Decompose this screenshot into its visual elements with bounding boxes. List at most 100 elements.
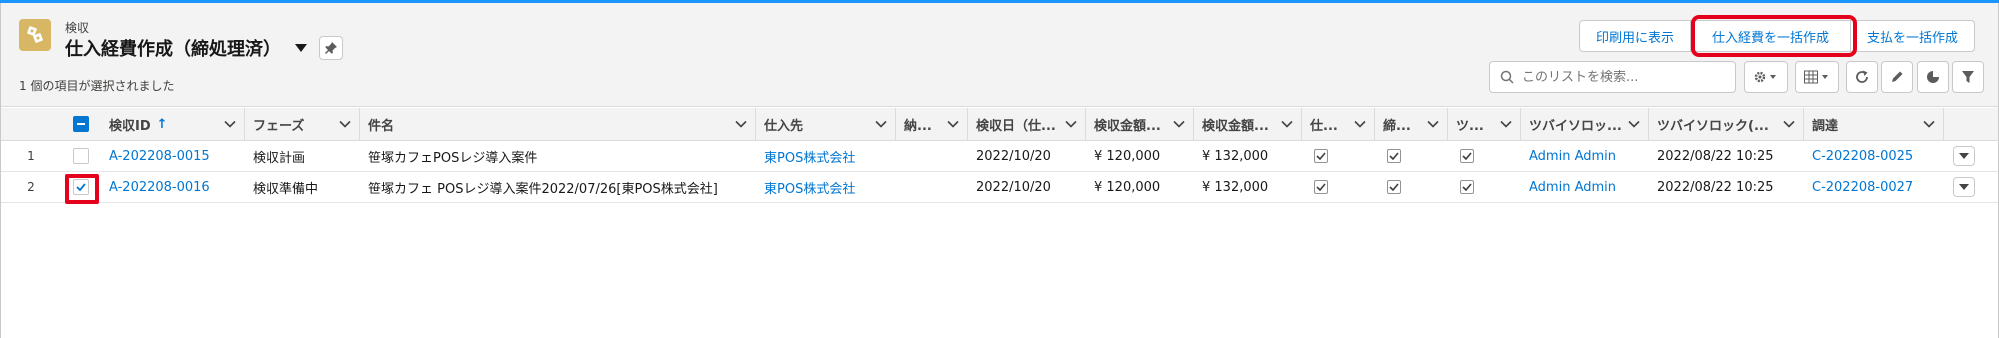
column-header-actions — [1944, 108, 1999, 140]
search-icon — [1500, 70, 1514, 84]
column-label: 仕入先 — [764, 118, 804, 134]
column-header-inspection-amount-2[interactable]: 検収金額... — [1194, 108, 1302, 140]
chevron-down-icon[interactable] — [875, 118, 887, 130]
subject-value: 笹塚カフェPOSレジ導入案件 — [368, 150, 538, 166]
column-header-inspection-id[interactable]: 検収ID ↑ — [101, 108, 245, 140]
gear-icon — [1754, 71, 1776, 83]
list-view-title[interactable]: 仕入経費作成（締処理済） — [65, 35, 281, 61]
column-label: 検収ID — [109, 118, 151, 134]
column-label: フェーズ — [253, 118, 305, 134]
chevron-down-icon — [1959, 184, 1969, 190]
column-label: 件名 — [368, 118, 395, 134]
object-label: 検収 — [65, 21, 90, 35]
inspection-object-icon — [19, 19, 51, 51]
flag-2-cell — [1375, 172, 1448, 202]
chevron-down-icon[interactable] — [1628, 118, 1640, 130]
filter-button[interactable] — [1952, 61, 1984, 93]
column-header-vendor[interactable]: 仕入先 — [756, 108, 896, 140]
column-label: ツ... — [1456, 118, 1484, 134]
list-search-box[interactable] — [1489, 61, 1736, 93]
vendor-link[interactable]: 東POS株式会社 — [764, 172, 896, 202]
row-select-checkbox-checked[interactable] — [73, 179, 89, 195]
chevron-down-icon[interactable] — [1427, 118, 1439, 130]
chevron-down-icon[interactable] — [1281, 118, 1293, 130]
column-header-inspection-amount-1[interactable]: 検収金額... — [1086, 108, 1194, 140]
chevron-down-icon[interactable] — [735, 118, 747, 130]
column-header-phase[interactable]: フェーズ — [245, 108, 360, 140]
column-label: 調達 — [1812, 118, 1839, 134]
bulk-create-payment-button[interactable]: 支払を一括作成 — [1851, 20, 1976, 52]
procurement-link[interactable]: C-202208-0025 — [1812, 141, 1944, 171]
lock-datetime-value: 2022/08/22 10:25 — [1657, 148, 1774, 164]
column-header-flag-3[interactable]: ツ... — [1448, 108, 1521, 140]
row-actions-cell — [1953, 172, 1993, 202]
lock-user-link[interactable]: Admin Admin — [1529, 172, 1649, 202]
vendor-link[interactable]: 東POS株式会社 — [764, 141, 896, 171]
row-select-cell — [61, 141, 101, 171]
select-all-checkbox[interactable] — [73, 116, 89, 132]
phase-value: 検収準備中 — [253, 181, 319, 197]
column-header-flag-2[interactable]: 締... — [1375, 108, 1448, 140]
column-header-subject[interactable]: 件名 — [360, 108, 756, 140]
readonly-checkbox-checked — [1387, 180, 1401, 194]
lock-datetime-value: 2022/08/22 10:25 — [1657, 179, 1774, 195]
row-number: 2 — [27, 180, 35, 194]
column-label: 締... — [1383, 118, 1411, 134]
bulk-create-expense-button[interactable]: 仕入経費を一括作成 — [1691, 20, 1852, 52]
display-as-table-button[interactable] — [1795, 61, 1839, 93]
chevron-down-icon[interactable] — [947, 118, 959, 130]
inline-edit-button[interactable] — [1881, 61, 1913, 93]
procurement-link[interactable]: C-202208-0027 — [1812, 172, 1944, 202]
chevron-down-icon[interactable] — [1923, 118, 1935, 130]
row-number: 1 — [27, 149, 35, 163]
inspection-id-link[interactable]: A-202208-0015 — [109, 141, 245, 171]
search-input[interactable] — [1522, 69, 1722, 85]
column-header-lock-user[interactable]: ツバイソロッ... — [1521, 108, 1649, 140]
chevron-down-icon[interactable] — [1500, 118, 1512, 130]
lock-user-link[interactable]: Admin Admin — [1529, 141, 1649, 171]
column-label: 検収金額... — [1202, 118, 1269, 134]
chevron-down-icon[interactable] — [1173, 118, 1185, 130]
row-actions-menu-button[interactable] — [1953, 177, 1975, 197]
flag-3-cell — [1448, 172, 1521, 202]
flag-1-cell — [1302, 141, 1375, 171]
flag-2-cell — [1375, 141, 1448, 171]
inspection-id-link[interactable]: A-202208-0016 — [109, 172, 245, 202]
refresh-button[interactable] — [1846, 61, 1878, 93]
column-label: ツバイソロッ... — [1529, 118, 1622, 134]
column-label: 仕... — [1310, 118, 1338, 134]
row-number-header — [1, 108, 61, 140]
pin-list-view-button[interactable] — [319, 36, 343, 60]
charts-button[interactable] — [1917, 61, 1949, 93]
row-actions-cell — [1953, 141, 1993, 171]
inspection-amount-2-value: ¥ 132,000 — [1202, 179, 1269, 195]
column-header-lock-datetime[interactable]: ツバイソロック(... — [1649, 108, 1804, 140]
print-view-button[interactable]: 印刷用に表示 — [1579, 20, 1692, 52]
table-row: 1 A-202208-0015 検収計画 笹塚カフェPOSレジ導入案件 東POS… — [1, 141, 1998, 172]
inspection-date-value: 2022/10/20 — [976, 179, 1051, 195]
select-all-checkbox-cell — [61, 108, 101, 140]
column-label: ツバイソロック(... — [1657, 118, 1769, 134]
chevron-down-icon[interactable] — [339, 118, 351, 130]
table-icon — [1804, 70, 1828, 84]
list-view-switcher-chevron-icon[interactable] — [293, 40, 309, 56]
selection-status: 1 個の項目が選択されました — [19, 79, 175, 93]
readonly-checkbox-checked — [1314, 180, 1328, 194]
sort-ascending-icon: ↑ — [156, 116, 168, 132]
column-header-inspection-date[interactable]: 検収日（仕... — [968, 108, 1086, 140]
chevron-down-icon[interactable] — [1354, 118, 1366, 130]
readonly-checkbox-checked — [1314, 149, 1328, 163]
list-settings-button[interactable] — [1744, 61, 1788, 93]
action-button-group: 印刷用に表示 仕入経費を一括作成 支払を一括作成 — [1579, 20, 1976, 52]
row-actions-menu-button[interactable] — [1953, 146, 1975, 166]
flag-1-cell — [1302, 172, 1375, 202]
column-header-delivery[interactable]: 納... — [896, 108, 968, 140]
inspection-amount-1-value: ¥ 120,000 — [1094, 179, 1161, 195]
column-header-flag-1[interactable]: 仕... — [1302, 108, 1375, 140]
row-select-checkbox[interactable] — [73, 148, 89, 164]
table-header-row: 検収ID ↑ フェーズ 件名 仕入先 納... 検収日（仕... 検収金額...… — [1, 108, 1998, 141]
chevron-down-icon[interactable] — [224, 118, 236, 130]
column-header-procurement[interactable]: 調達 — [1804, 108, 1944, 140]
chevron-down-icon[interactable] — [1065, 118, 1077, 130]
chevron-down-icon[interactable] — [1783, 118, 1795, 130]
